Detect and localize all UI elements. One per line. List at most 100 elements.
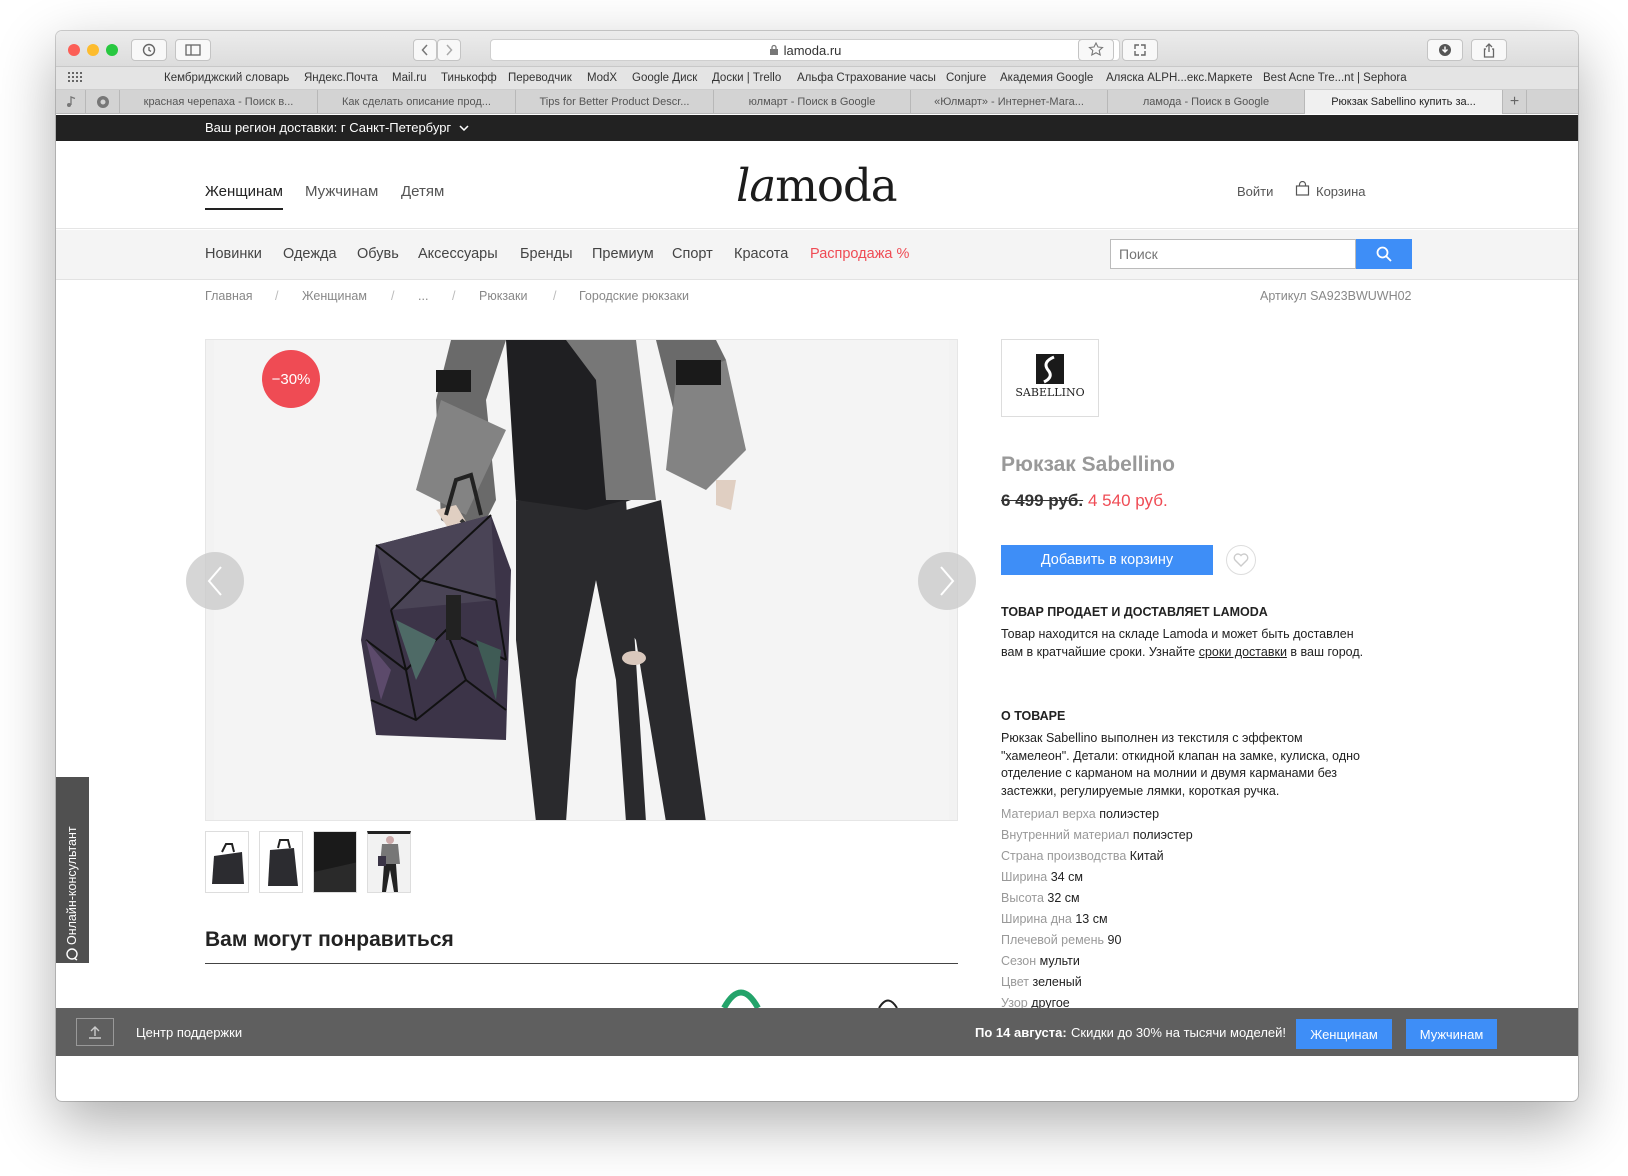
search-button[interactable] — [1356, 239, 1412, 269]
attribute-row: Плечевой ремень 90 — [1001, 933, 1122, 947]
category-nav: Новинки Одежда Обувь Аксессуары Бренды П… — [56, 230, 1578, 280]
pinned-tab-music-icon[interactable] — [56, 90, 86, 114]
region-bar: Ваш регион доставки: г Санкт-Петербург — [56, 115, 1578, 141]
breadcrumb-separator: / — [275, 289, 279, 303]
cat-beauty[interactable]: Красота — [734, 246, 788, 262]
bookmark-item[interactable]: Mail.ru — [392, 72, 427, 84]
site-logo[interactable]: lamoda — [736, 159, 898, 212]
scroll-to-top-button[interactable] — [76, 1018, 114, 1046]
add-to-cart-button[interactable]: Добавить в корзину — [1001, 545, 1213, 575]
breadcrumb-separator: / — [452, 289, 456, 303]
top-sites-grid-icon[interactable] — [68, 72, 82, 86]
cat-sale[interactable]: Распродажа % — [810, 246, 909, 262]
promo-women-button[interactable]: Женщинам — [1296, 1019, 1392, 1049]
sidebar-toggle-icon[interactable] — [175, 39, 211, 61]
chevron-down-icon[interactable] — [459, 125, 469, 131]
gallery-prev-button[interactable] — [186, 552, 244, 610]
product-thumbnail[interactable] — [259, 831, 303, 893]
browser-toolbar: lamoda.ru — [56, 31, 1578, 67]
zoom-window-button[interactable] — [106, 44, 118, 56]
breadcrumb-item[interactable]: ... — [418, 289, 428, 303]
bookmark-item[interactable]: Тинькофф — [441, 72, 497, 84]
search-input[interactable] — [1110, 239, 1356, 269]
breadcrumb-item[interactable]: Главная — [205, 289, 253, 303]
bookmark-item[interactable]: Академия Google — [1000, 72, 1093, 84]
gender-nav-kids[interactable]: Детям — [401, 183, 444, 200]
share-icon[interactable] — [1471, 39, 1507, 61]
seller-description: Товар находится на складе Lamoda и может… — [1001, 627, 1364, 659]
gender-nav-women[interactable]: Женщинам — [205, 183, 283, 210]
cat-shoes[interactable]: Обувь — [357, 246, 399, 262]
bookmark-item[interactable]: Best Acne Tre...nt | Sephora — [1263, 72, 1407, 84]
product-thumbnail[interactable] — [313, 831, 357, 893]
cart-bag-icon[interactable] — [1295, 181, 1310, 196]
browser-tab[interactable]: «Юлмарт» - Интернет-Мага... — [911, 90, 1108, 114]
attribute-row: Материал верха полиэстер — [1001, 807, 1160, 821]
browser-tab-active[interactable]: Рюкзак Sabellino купить за... — [1305, 90, 1503, 114]
delivery-terms-link[interactable]: сроки доставки — [1199, 645, 1287, 659]
search-icon — [1376, 246, 1392, 262]
tab-bar: красная черепаха - Поиск в... Как сделат… — [56, 90, 1578, 114]
online-consultant-label: Онлайн-консультант — [65, 826, 79, 945]
breadcrumb-item[interactable]: Женщинам — [302, 289, 367, 303]
seller-heading: ТОВАР ПРОДАЕТ И ДОСТАВЛЯЕТ LAMODA — [1001, 605, 1268, 619]
divider — [205, 963, 958, 964]
chevron-right-icon — [940, 566, 955, 596]
browser-tab[interactable]: юлмарт - Поиск в Google — [714, 90, 911, 114]
promo-men-button[interactable]: Мужчинам — [1406, 1019, 1497, 1049]
bookmark-item[interactable]: ModX — [587, 72, 617, 84]
bookmark-item[interactable]: Conjure — [946, 72, 986, 84]
breadcrumb-item[interactable]: Рюкзаки — [479, 289, 527, 303]
close-window-button[interactable] — [68, 44, 80, 56]
browser-tab[interactable]: Как сделать описание прод... — [318, 90, 516, 114]
fullscreen-icon[interactable] — [1122, 39, 1158, 61]
brand-logo[interactable]: SABELLINO — [1001, 339, 1099, 417]
chat-bubble-icon — [66, 948, 78, 961]
gallery-next-button[interactable] — [918, 552, 976, 610]
bookmark-item[interactable]: Кембриджский словарь — [164, 72, 289, 84]
recommended-product-image[interactable] — [716, 981, 766, 1008]
bookmark-item[interactable]: Альфа Страхование часы — [797, 72, 936, 84]
login-link[interactable]: Войти — [1237, 184, 1273, 199]
bookmark-item[interactable]: Доски | Trello — [712, 72, 781, 84]
wishlist-button[interactable] — [1226, 545, 1256, 575]
minimize-window-button[interactable] — [87, 44, 99, 56]
back-button[interactable] — [413, 39, 437, 61]
region-selector[interactable]: Ваш регион доставки: г Санкт-Петербург — [205, 120, 451, 135]
downloads-icon[interactable] — [1427, 39, 1463, 61]
bookmark-item[interactable]: Google Диск — [632, 72, 697, 84]
cat-clothes[interactable]: Одежда — [283, 246, 337, 262]
cat-sport[interactable]: Спорт — [672, 246, 713, 262]
breadcrumb-item[interactable]: Городские рюкзаки — [579, 289, 689, 303]
history-icon[interactable] — [131, 39, 167, 61]
product-thumbnail-selected[interactable] — [367, 831, 411, 893]
browser-tab[interactable]: ламода - Поиск в Google — [1108, 90, 1305, 114]
lock-icon — [769, 44, 778, 55]
online-consultant-tab[interactable]: Онлайн-консультант — [56, 777, 89, 963]
bookmark-item[interactable]: Аляска ALPH...екс.Маркете — [1106, 72, 1253, 84]
gender-nav-men[interactable]: Мужчинам — [305, 183, 378, 200]
new-tab-plus-icon[interactable]: + — [1503, 90, 1527, 114]
address-bar[interactable]: lamoda.ru — [490, 39, 1120, 61]
forward-button[interactable] — [437, 39, 461, 61]
browser-tab[interactable]: красная черепаха - Поиск в... — [120, 90, 318, 114]
attribute-row: Ширина 34 см — [1001, 870, 1083, 884]
browser-window: lamoda.ru Кембриджский словарь Яндекс.По… — [56, 31, 1578, 1101]
bookmark-item[interactable]: Переводчик — [508, 72, 572, 84]
bookmark-item[interactable]: Яндекс.Почта — [304, 72, 378, 84]
cat-brands[interactable]: Бренды — [520, 246, 573, 262]
cat-new[interactable]: Новинки — [205, 246, 262, 262]
cat-premium[interactable]: Премиум — [592, 246, 654, 262]
pinned-tab-icon[interactable] — [86, 90, 120, 114]
product-main-image[interactable] — [205, 339, 958, 821]
cat-accessories[interactable]: Аксессуары — [418, 246, 498, 262]
about-heading: О ТОВАРЕ — [1001, 709, 1066, 723]
attribute-row: Страна производства Китай — [1001, 849, 1164, 863]
browser-tab[interactable]: Tips for Better Product Descr... — [516, 90, 714, 114]
cart-link[interactable]: Корзина — [1316, 184, 1366, 199]
recommended-product-image[interactable] — [876, 995, 900, 1008]
support-center-link[interactable]: Центр поддержки — [136, 1025, 242, 1040]
extension-icon[interactable] — [1078, 39, 1114, 61]
product-thumbnail[interactable] — [205, 831, 249, 893]
breadcrumb-separator: / — [553, 289, 557, 303]
